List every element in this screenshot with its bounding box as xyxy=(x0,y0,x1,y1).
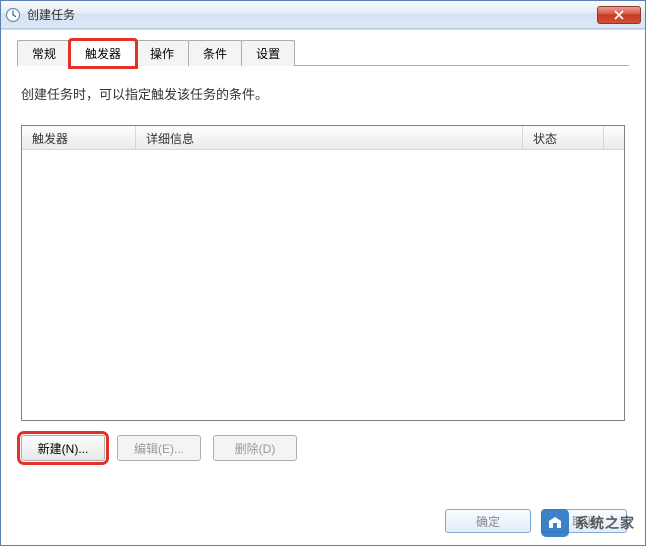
tab-actions[interactable]: 操作 xyxy=(135,40,189,66)
cancel-button[interactable]: 取消 xyxy=(541,509,627,533)
titlebar[interactable]: 创建任务 xyxy=(1,1,645,29)
table-header: 触发器 详细信息 状态 xyxy=(22,126,624,150)
dialog-window: 创建任务 常规 触发器 操作 条件 设置 创建任务时，可以指定触发该任务的条件。… xyxy=(0,0,646,546)
button-label: 编辑(E)... xyxy=(134,440,184,457)
tab-label: 触发器 xyxy=(85,47,121,61)
button-label: 删除(D) xyxy=(235,440,276,457)
button-label: 确定 xyxy=(476,513,500,530)
button-label: 新建(N)... xyxy=(38,440,89,457)
column-trigger[interactable]: 触发器 xyxy=(22,126,136,149)
column-detail[interactable]: 详细信息 xyxy=(136,126,523,149)
triggers-table[interactable]: 触发器 详细信息 状态 xyxy=(21,125,625,421)
tab-label: 条件 xyxy=(203,47,227,61)
column-tail xyxy=(603,126,624,149)
close-button[interactable] xyxy=(597,6,641,24)
tab-general[interactable]: 常规 xyxy=(17,40,71,66)
close-icon xyxy=(614,10,624,20)
window-title: 创建任务 xyxy=(27,6,597,23)
new-button[interactable]: 新建(N)... xyxy=(21,435,105,461)
button-label: 取消 xyxy=(572,513,596,530)
description-text: 创建任务时，可以指定触发该任务的条件。 xyxy=(21,84,625,103)
delete-button: 删除(D) xyxy=(213,435,297,461)
clock-icon xyxy=(5,7,21,23)
tab-body-triggers: 创建任务时，可以指定触发该任务的条件。 触发器 详细信息 状态 新建(N)...… xyxy=(1,66,645,475)
tab-label: 操作 xyxy=(150,47,174,61)
column-status[interactable]: 状态 xyxy=(523,126,603,149)
tab-triggers[interactable]: 触发器 xyxy=(70,40,136,67)
edit-button: 编辑(E)... xyxy=(117,435,201,461)
button-row: 新建(N)... 编辑(E)... 删除(D) xyxy=(21,435,625,461)
tab-label: 常规 xyxy=(32,47,56,61)
tab-label: 设置 xyxy=(256,47,280,61)
tab-settings[interactable]: 设置 xyxy=(241,40,295,66)
ok-button[interactable]: 确定 xyxy=(445,509,531,533)
tab-strip: 常规 触发器 操作 条件 设置 xyxy=(1,30,645,66)
dialog-footer: 确定 取消 xyxy=(445,509,627,533)
tab-conditions[interactable]: 条件 xyxy=(188,40,242,66)
content-area: 常规 触发器 操作 条件 设置 创建任务时，可以指定触发该任务的条件。 触发器 … xyxy=(1,29,645,545)
